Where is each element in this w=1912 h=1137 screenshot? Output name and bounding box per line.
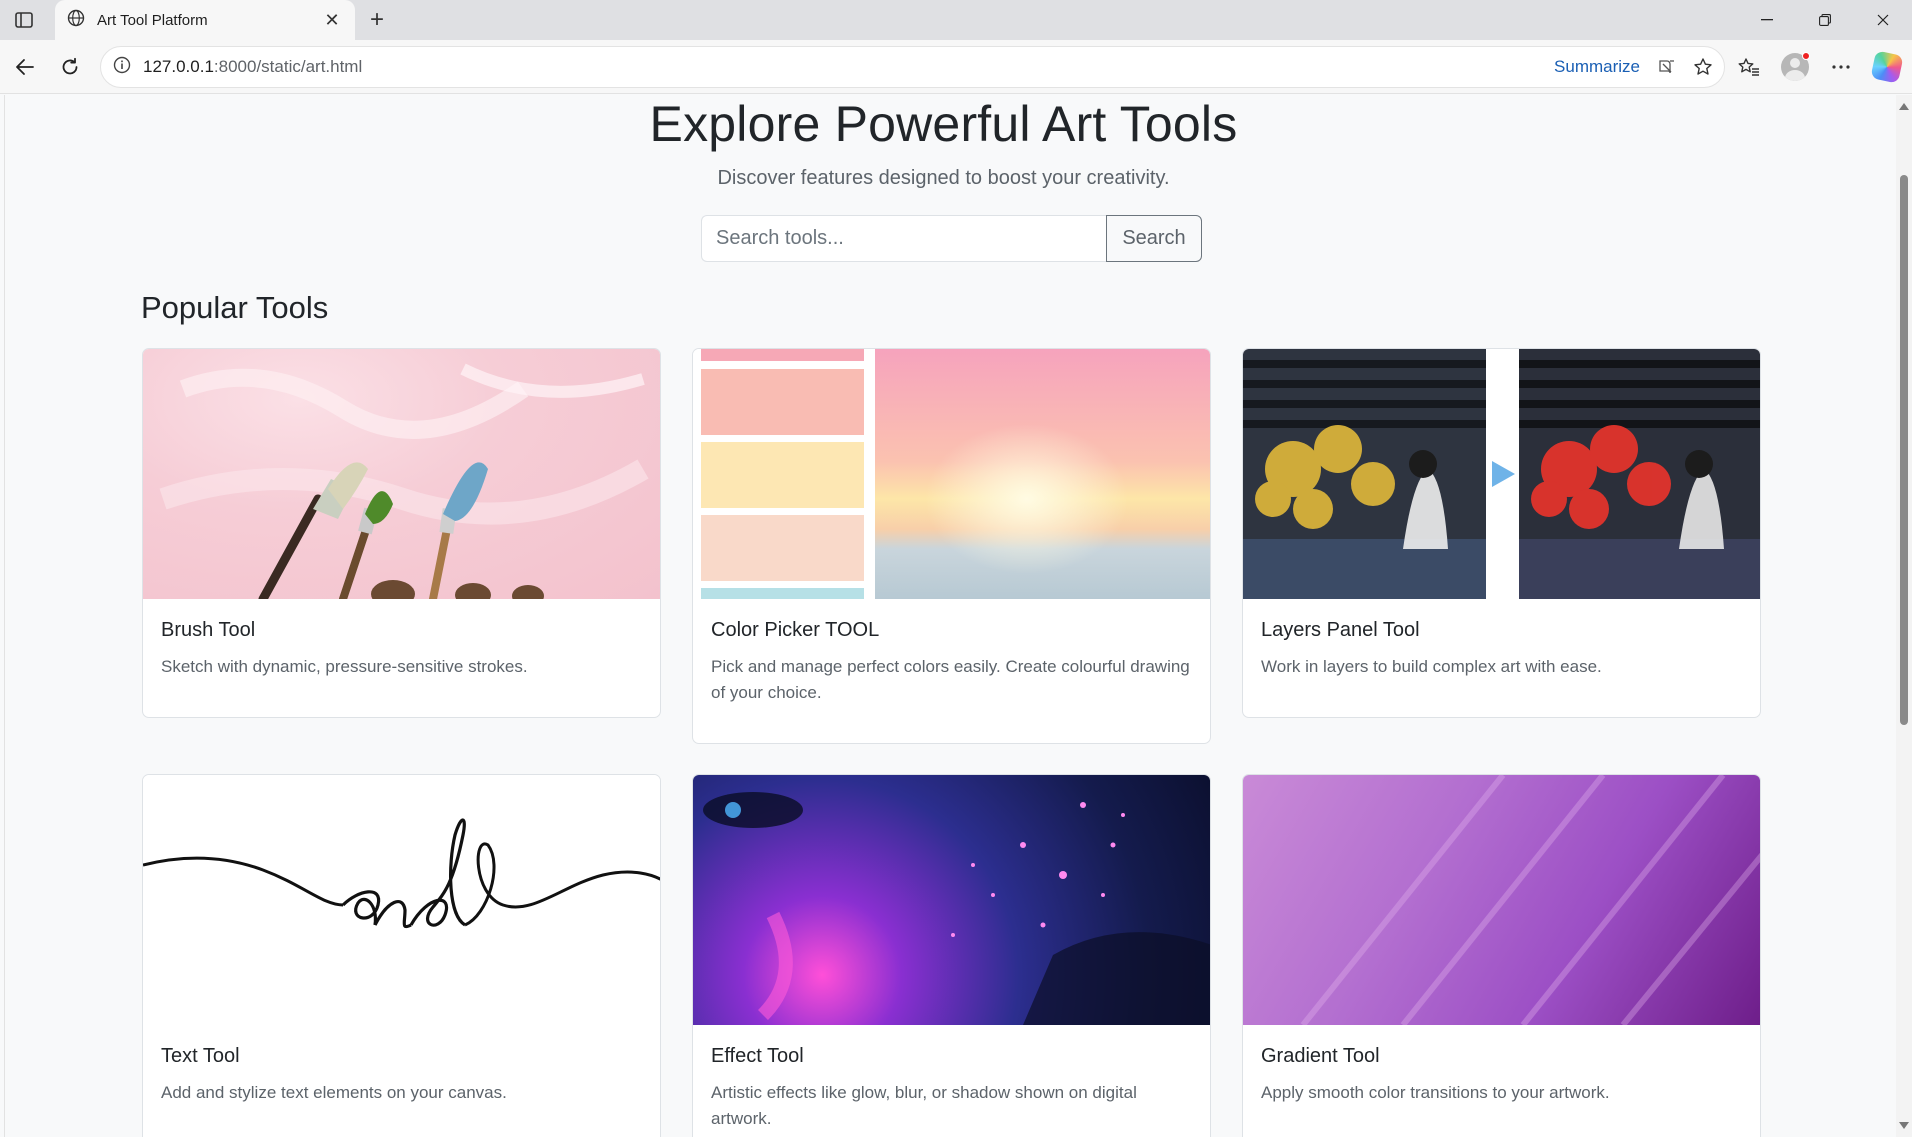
reload-icon[interactable] — [55, 52, 85, 82]
site-info-icon[interactable] — [113, 56, 131, 79]
card-description: Pick and manage perfect colors easily. C… — [711, 657, 1190, 702]
vertical-scrollbar[interactable] — [1896, 95, 1912, 1137]
card-body: Gradient Tool Apply smooth color transit… — [1243, 1025, 1760, 1122]
copilot-logo — [1870, 50, 1904, 84]
summarize-button[interactable]: Summarize — [1554, 57, 1640, 77]
toolbar-right — [1732, 50, 1904, 84]
text-tool-image — [143, 775, 660, 1025]
search-button[interactable]: Search — [1106, 215, 1202, 262]
browser-tab-active[interactable]: Art Tool Platform ✕ — [55, 0, 355, 40]
search-input[interactable] — [701, 215, 1106, 262]
tool-card-color-picker[interactable]: Color Picker TOOL Pick and manage perfec… — [692, 348, 1211, 744]
more-options-icon[interactable] — [1824, 50, 1858, 84]
effect-tool-image — [693, 775, 1210, 1025]
color-picker-image — [693, 349, 1210, 599]
page-viewport: Explore Powerful Art Tools Discover feat… — [4, 95, 1882, 1137]
copilot-icon[interactable] — [1870, 50, 1904, 84]
globe-icon — [67, 9, 85, 32]
reader-mode-icon[interactable] — [1652, 52, 1682, 82]
card-body: Layers Panel Tool Work in layers to buil… — [1243, 599, 1760, 696]
card-title: Gradient Tool — [1261, 1045, 1380, 1067]
card-title: Layers Panel Tool — [1261, 619, 1420, 641]
card-title: Text Tool — [161, 1045, 240, 1067]
tool-card-effect[interactable]: Effect Tool Artistic effects like glow, … — [692, 774, 1211, 1137]
address-bar[interactable]: 127.0.0.1:8000/static/art.html Summarize — [100, 46, 1725, 88]
card-title: Effect Tool — [711, 1045, 804, 1067]
page-title: Explore Powerful Art Tools — [649, 96, 1238, 152]
back-arrow-icon[interactable] — [10, 52, 40, 82]
tool-card-brush[interactable]: Brush Tool Sketch with dynamic, pressure… — [142, 348, 661, 718]
tab-actions-icon[interactable] — [10, 8, 38, 32]
card-body: Color Picker TOOL Pick and manage perfec… — [693, 599, 1210, 722]
close-tab-icon[interactable]: ✕ — [321, 9, 343, 31]
new-tab-icon[interactable]: + — [364, 6, 390, 33]
scroll-up-icon[interactable] — [1899, 103, 1909, 110]
card-description: Add and stylize text elements on your ca… — [161, 1083, 507, 1102]
card-title: Color Picker TOOL — [711, 619, 880, 641]
card-description: Artistic effects like glow, blur, or sha… — [711, 1083, 1137, 1128]
window-controls — [1738, 0, 1912, 40]
section-title: Popular Tools — [141, 290, 329, 325]
card-description: Sketch with dynamic, pressure-sensitive … — [161, 657, 528, 676]
layers-panel-image — [1243, 349, 1760, 599]
card-body: Effect Tool Artistic effects like glow, … — [693, 1025, 1210, 1137]
notification-dot — [1802, 52, 1810, 60]
favorites-icon[interactable] — [1732, 50, 1766, 84]
close-window-icon[interactable] — [1854, 0, 1912, 40]
gradient-tool-image — [1243, 775, 1760, 1025]
url-path: :8000/static/art.html — [213, 57, 363, 76]
tool-card-gradient[interactable]: Gradient Tool Apply smooth color transit… — [1242, 774, 1761, 1137]
scroll-down-icon[interactable] — [1899, 1122, 1909, 1129]
minimize-icon[interactable] — [1738, 0, 1796, 40]
tool-card-text[interactable]: Text Tool Add and stylize text elements … — [142, 774, 661, 1137]
favorite-star-icon[interactable] — [1688, 52, 1718, 82]
url-text[interactable]: 127.0.0.1:8000/static/art.html — [143, 57, 1554, 77]
browser-toolbar: 127.0.0.1:8000/static/art.html Summarize — [0, 40, 1912, 94]
tab-title: Art Tool Platform — [97, 11, 208, 29]
card-description: Work in layers to build complex art with… — [1261, 657, 1602, 676]
tool-card-layers-panel[interactable]: Layers Panel Tool Work in layers to buil… — [1242, 348, 1761, 718]
page-subtitle: Discover features designed to boost your… — [717, 167, 1170, 189]
card-body: Text Tool Add and stylize text elements … — [143, 1025, 660, 1122]
restore-icon[interactable] — [1796, 0, 1854, 40]
brush-tool-image — [143, 349, 660, 599]
profile-avatar[interactable] — [1778, 50, 1812, 84]
card-description: Apply smooth color transitions to your a… — [1261, 1083, 1610, 1102]
card-title: Brush Tool — [161, 619, 256, 641]
scroll-thumb[interactable] — [1900, 175, 1908, 725]
search-form: Search — [701, 215, 1202, 262]
card-body: Brush Tool Sketch with dynamic, pressure… — [143, 599, 660, 696]
url-host: 127.0.0.1 — [143, 57, 214, 76]
browser-tabstrip: Art Tool Platform ✕ + — [0, 0, 1912, 40]
